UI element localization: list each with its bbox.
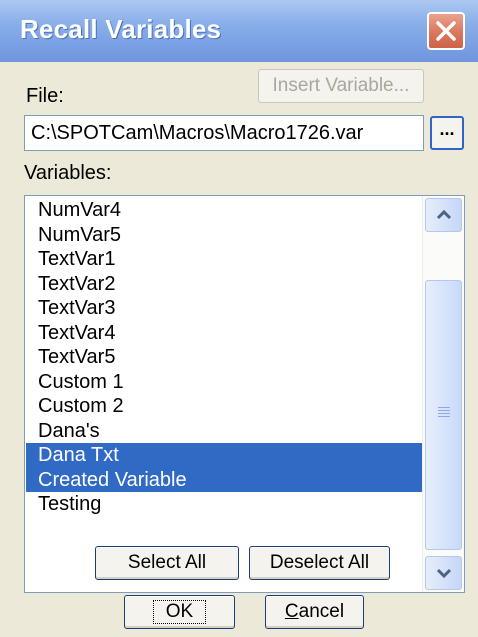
- list-item[interactable]: TextVar5: [26, 345, 422, 370]
- select-all-button[interactable]: Select All: [95, 546, 239, 580]
- cancel-button[interactable]: Cancel: [265, 595, 364, 629]
- list-item[interactable]: NumVar5: [26, 223, 422, 248]
- deselect-all-button[interactable]: Deselect All: [249, 546, 390, 580]
- list-item[interactable]: TextVar4: [26, 321, 422, 346]
- list-item[interactable]: Custom 2: [26, 394, 422, 419]
- file-path-field[interactable]: C:\SPOTCam\Macros\Macro1726.var: [24, 115, 424, 151]
- list-item[interactable]: TextVar3: [26, 296, 422, 321]
- scroll-thumb[interactable]: [425, 280, 462, 550]
- window-title: Recall Variables: [20, 14, 222, 44]
- insert-variable-button[interactable]: Insert Variable...: [258, 69, 424, 103]
- close-button[interactable]: [427, 12, 465, 50]
- list-item[interactable]: Created Variable: [26, 467, 422, 492]
- scroll-down-button[interactable]: [425, 556, 462, 590]
- variables-listbox[interactable]: NumVar4 NumVar5 TextVar1 TextVar2 TextVar3 Te…: [24, 195, 465, 593]
- chevron-up-icon: [436, 209, 451, 220]
- list-item[interactable]: NumVar4: [26, 198, 422, 223]
- list-item[interactable]: Testing: [26, 492, 422, 517]
- ok-button[interactable]: OK: [124, 595, 235, 629]
- variables-list: NumVar4 NumVar5 TextVar1 TextVar2 TextVar3 Te…: [26, 198, 422, 517]
- ok-button-label: OK: [152, 600, 207, 624]
- grip-icon: [438, 407, 450, 419]
- file-label: File:: [26, 85, 64, 107]
- list-item[interactable]: Dana Txt: [26, 443, 422, 468]
- list-item[interactable]: Custom 1: [26, 370, 422, 395]
- close-icon: [436, 21, 456, 41]
- list-item[interactable]: Dana's: [26, 419, 422, 444]
- chevron-down-icon: [436, 568, 451, 579]
- title-bar: Recall Variables: [0, 0, 478, 62]
- variables-label: Variables:: [24, 162, 112, 184]
- browse-button[interactable]: ...: [430, 116, 464, 150]
- scroll-up-button[interactable]: [425, 198, 462, 232]
- list-item[interactable]: TextVar2: [26, 272, 422, 297]
- vertical-scrollbar[interactable]: [422, 196, 464, 592]
- list-item[interactable]: TextVar1: [26, 247, 422, 272]
